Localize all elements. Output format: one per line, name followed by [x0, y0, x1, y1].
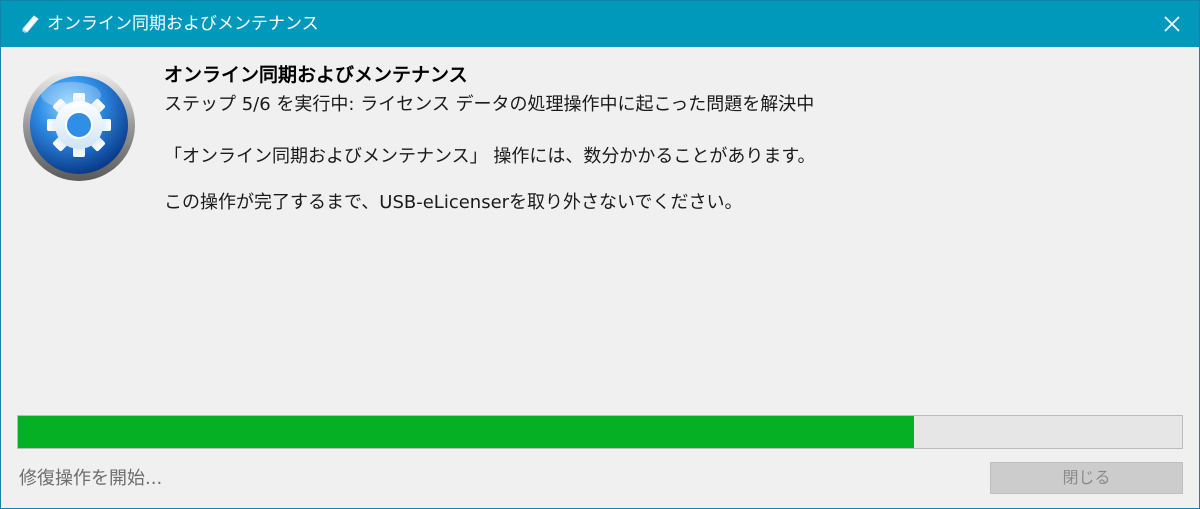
progress-bar-fill — [18, 416, 915, 448]
dialog-heading: オンライン同期およびメンテナンス — [164, 64, 468, 86]
close-button[interactable]: 閉じる — [990, 462, 1183, 494]
close-icon — [1164, 16, 1180, 32]
window-title: オンライン同期およびメンテナンス — [47, 14, 319, 34]
progress-bar — [17, 415, 1183, 449]
window-close-button[interactable] — [1145, 1, 1199, 47]
title-bar[interactable]: オンライン同期およびメンテナンス — [1, 1, 1199, 47]
gear-icon — [23, 69, 135, 181]
operation-status-text: 修復操作を開始... — [19, 468, 163, 489]
dialog-window: オンライン同期およびメンテナンス オンライン同期およびメンテナンス ステップ 5… — [0, 0, 1200, 509]
warning-text: この操作が完了するまで、USB-eLicenserを取り外さないでください。 — [164, 192, 743, 213]
duration-note-text: 「オンライン同期およびメンテナンス」 操作には、数分かかることがあります。 — [164, 146, 816, 167]
step-status-text: ステップ 5/6 を実行中: ライセンス データの処理操作中に起こった問題を解決… — [164, 94, 815, 115]
eraser-icon — [22, 15, 39, 33]
